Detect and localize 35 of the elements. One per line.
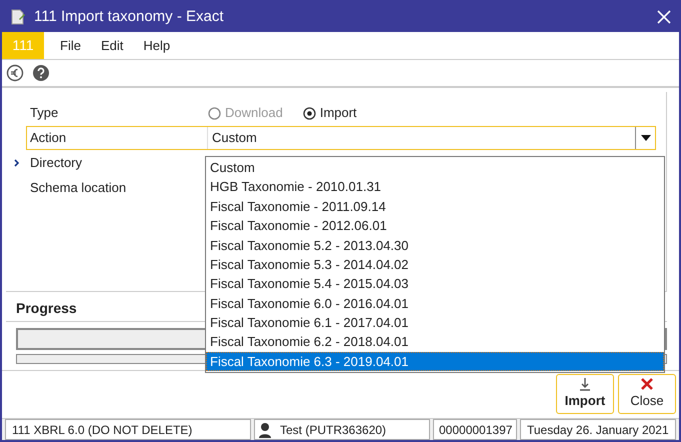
download-icon — [578, 377, 592, 392]
field-label: Action — [27, 127, 208, 149]
dropdown-option[interactable]: Fiscal Taxonomie 6.3 - 2019.04.01 — [206, 352, 664, 372]
dropdown-option[interactable]: Fiscal Taxonomie 6.2 - 2018.04.01 — [206, 332, 664, 352]
status-user: Test (PUTR363620) — [280, 422, 386, 438]
status-company: 111 XBRL 6.0 (DO NOT DELETE) — [5, 419, 251, 440]
dropdown-option[interactable]: Fiscal Taxonomie - 2011.09.14 — [206, 196, 664, 216]
window-title: 111 Import taxonomy - Exact — [34, 6, 225, 27]
person-icon — [258, 422, 272, 438]
field-label: Schema location — [29, 178, 126, 197]
action-dropdown[interactable]: Custom — [208, 127, 655, 149]
dropdown-option[interactable]: Fiscal Taxonomie 5.3 - 2014.04.02 — [206, 254, 664, 274]
status-number: 00000001397 — [433, 419, 517, 440]
help-icon[interactable] — [32, 64, 50, 82]
radio-label: Import — [320, 104, 357, 122]
field-label: Directory — [29, 154, 82, 172]
status-date: Tuesday 26. January 2021 — [520, 419, 676, 440]
close-icon[interactable] — [657, 10, 671, 24]
menu-item[interactable]: File — [52, 36, 89, 56]
dropdown-option[interactable]: HGB Taxonomie - 2010.01.31 — [206, 177, 664, 197]
close-button[interactable]: Close — [618, 374, 676, 414]
menu-item[interactable]: Edit — [92, 36, 132, 56]
euro-icon[interactable] — [6, 64, 24, 82]
dropdown-option[interactable]: Fiscal Taxonomie - 2012.06.01 — [206, 216, 664, 236]
dropdown-option[interactable]: Fiscal Taxonomie 5.2 - 2013.04.30 — [206, 236, 664, 255]
menu-item[interactable]: Help — [135, 36, 178, 56]
radio-button[interactable] — [302, 106, 316, 120]
dropdown-option[interactable]: Custom — [206, 158, 664, 178]
radio-label: Download — [225, 104, 283, 122]
app-icon — [10, 8, 26, 26]
dropdown-option[interactable]: Fiscal Taxonomie 5.4 - 2015.04.03 — [206, 274, 664, 294]
caret-icon — [640, 135, 650, 141]
import-button[interactable]: Import — [556, 374, 614, 414]
field-label: Type — [29, 104, 60, 122]
close-icon — [640, 377, 654, 392]
